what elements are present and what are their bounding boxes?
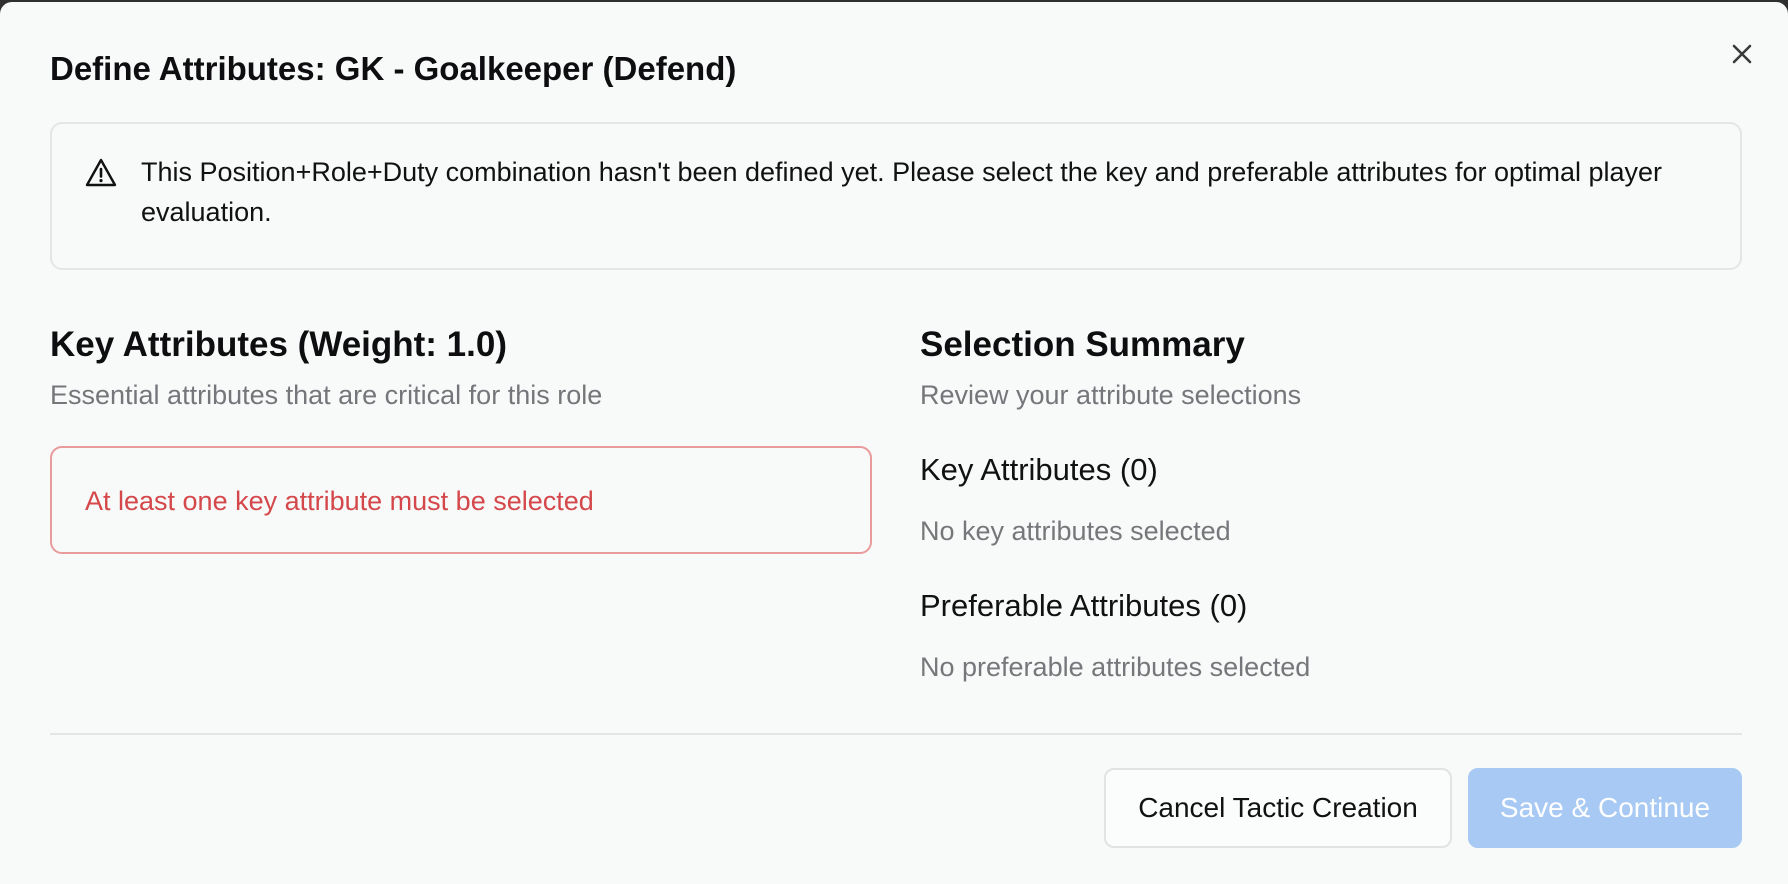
key-attributes-description: Essential attributes that are critical f… (50, 380, 603, 410)
summary-preferable-attributes-empty: No preferable attributes selected (920, 652, 1311, 682)
close-icon (1732, 44, 1752, 64)
cancel-tactic-creation-button[interactable]: Cancel Tactic Creation (1104, 768, 1452, 848)
key-attributes-title: Key Attributes (Weight: 1.0) (50, 325, 507, 364)
define-attributes-dialog: Define Attributes: GK - Goalkeeper (Defe… (0, 2, 1788, 884)
close-button[interactable] (1727, 39, 1757, 69)
summary-preferable-attributes-heading: Preferable Attributes (0) (920, 588, 1248, 623)
selection-summary-description: Review your attribute selections (920, 380, 1302, 410)
summary-key-attributes-heading: Key Attributes (0) (920, 452, 1158, 487)
save-and-continue-button[interactable]: Save & Continue (1468, 768, 1742, 848)
key-attributes-error-message: At least one key attribute must be selec… (85, 486, 594, 516)
selection-summary-title: Selection Summary (920, 325, 1245, 364)
dialog-title: Define Attributes: GK - Goalkeeper (Defe… (50, 50, 737, 87)
key-attributes-error-box: At least one key attribute must be selec… (50, 446, 872, 554)
warning-triangle-icon (85, 158, 117, 187)
alert-message: This Position+Role+Duty combination hasn… (141, 157, 1663, 227)
summary-key-attributes-empty: No key attributes selected (920, 516, 1231, 546)
footer-divider (50, 733, 1742, 735)
info-alert: This Position+Role+Duty combination hasn… (50, 122, 1742, 270)
